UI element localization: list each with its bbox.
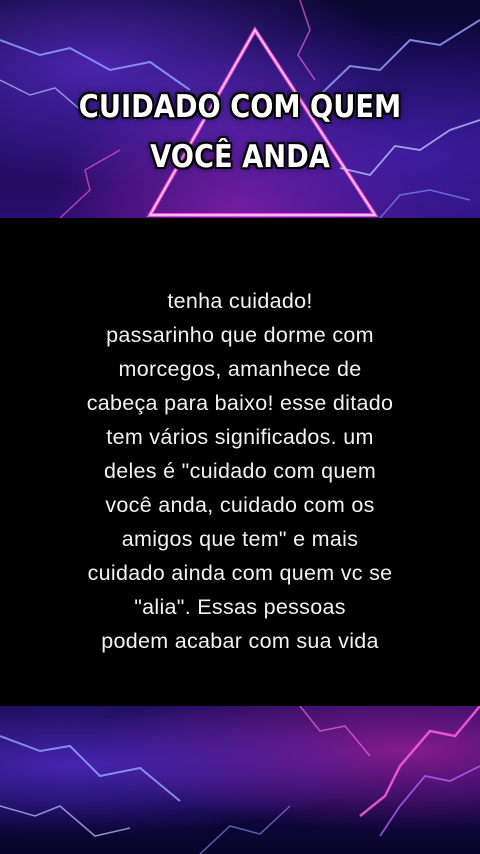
body-line: tem vários significados. um (106, 425, 374, 449)
story-screen: CUIDADO COM QUEM VOCÊ ANDA tenha cuidado… (0, 0, 480, 854)
lightning-background-bottom (0, 706, 480, 854)
headline-line-1: CUIDADO COM QUEM (78, 89, 402, 125)
body-line: deles é "cuidado com quem (103, 459, 377, 483)
lightning-graphic-bottom (0, 706, 480, 854)
body-line: passarinho que dorme com (106, 323, 374, 347)
body-line: "alia". Essas pessoas (134, 595, 346, 619)
body-line: morcegos, amanhece de (118, 357, 362, 381)
body-line: amigos que tem" e mais (121, 527, 359, 551)
body-line: podem acabar com sua vida (101, 629, 379, 653)
body-line: cuidado ainda com quem vc se (87, 561, 393, 585)
headline-line-2: VOCÊ ANDA (150, 139, 330, 175)
body-line: cabeça para baixo! esse ditado (86, 391, 394, 415)
body-text: tenha cuidado! passarinho que dorme com … (30, 284, 450, 658)
body-line: tenha cuidado! (167, 289, 313, 313)
headline: CUIDADO COM QUEM VOCÊ ANDA (29, 82, 451, 182)
body-line: você anda, cuidado com os (105, 493, 375, 517)
